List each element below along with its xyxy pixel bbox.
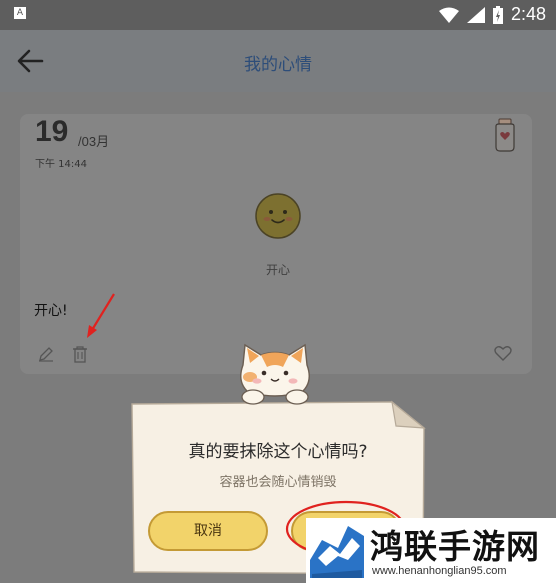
battery-icon <box>492 5 503 24</box>
heart-icon[interactable] <box>494 345 512 361</box>
cancel-button[interactable]: 取消 <box>148 511 268 551</box>
cat-mascot <box>240 343 310 405</box>
wifi-icon <box>438 7 459 23</box>
mood-month: /03月 <box>78 134 110 149</box>
dialog-title: 真的要抹除这个心情吗? <box>188 442 368 462</box>
watermark-logo <box>310 526 364 578</box>
annotation-arrow <box>87 293 115 338</box>
jar-icon[interactable] <box>492 118 518 152</box>
notification-icon: A <box>14 7 26 19</box>
mood-time: 下午 14:44 <box>35 159 87 170</box>
status-bar: A 2:48 <box>0 0 556 30</box>
happy-face-icon <box>255 193 301 239</box>
delete-icon[interactable] <box>72 345 88 363</box>
signal-icon <box>466 6 485 23</box>
mood-day: 19 <box>35 115 69 148</box>
page-title: 我的心情 <box>244 55 312 75</box>
status-time: 2:48 <box>510 4 546 24</box>
watermark-title: 鸿联手游网 <box>370 527 540 566</box>
edit-icon[interactable] <box>38 346 54 362</box>
app-bar: 我的心情 <box>0 30 556 92</box>
dialog-subtitle: 容器也会随心情销毁 <box>219 475 337 490</box>
watermark-url: www.henanhonglian95.com <box>372 565 507 577</box>
mood-label: 开心 <box>265 263 290 277</box>
mood-note: 开心! <box>34 303 68 319</box>
watermark: 鸿联手游网 www.henanhonglian95.com <box>306 518 556 583</box>
